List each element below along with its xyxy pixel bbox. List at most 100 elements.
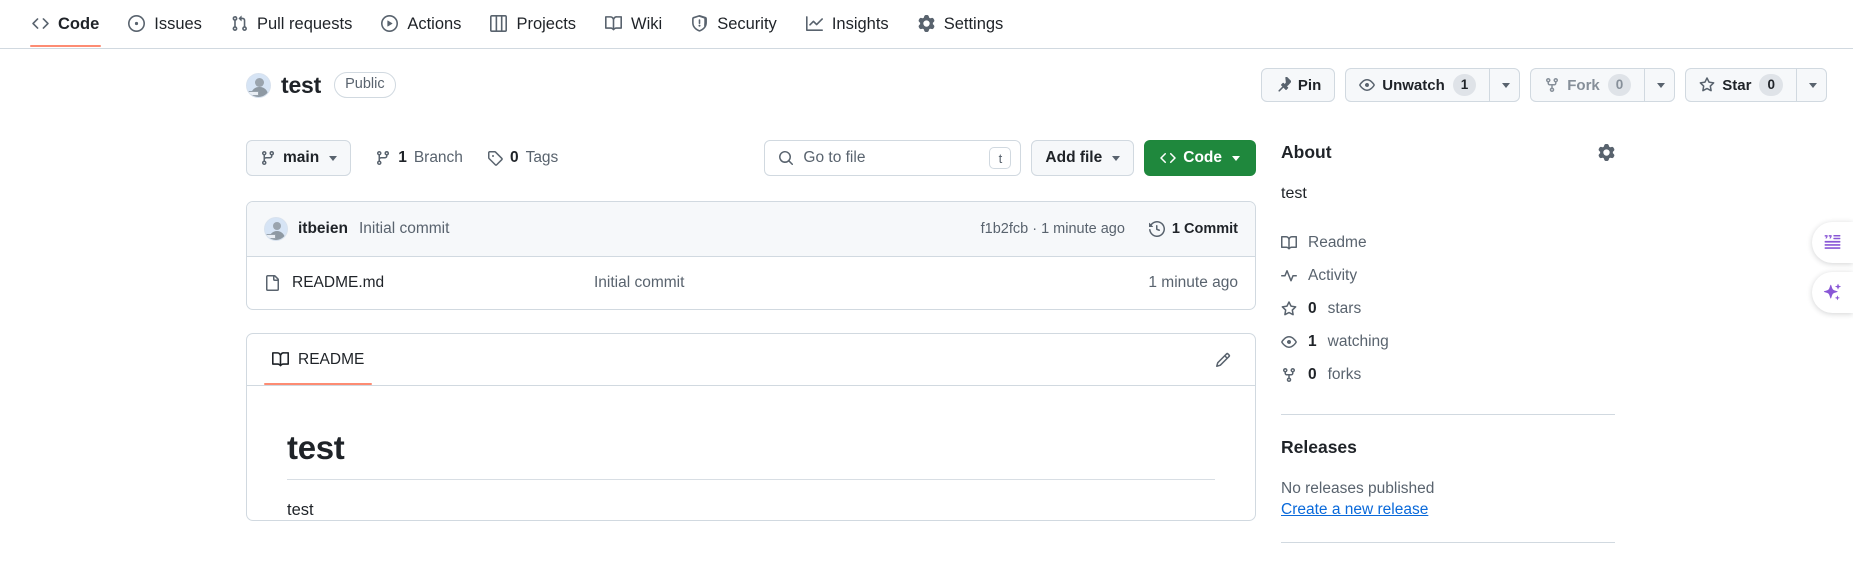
sidebar-column: About test Readme Activity 0 stars 1 wat…: [1281, 140, 1615, 567]
nav-item-settings[interactable]: Settings: [908, 0, 1014, 47]
nav-item-wiki[interactable]: Wiki: [595, 0, 672, 47]
book-icon: [605, 15, 623, 32]
about-header: About: [1281, 140, 1615, 164]
commit-meta-group: f1b2fcb · 1 minute ago 1 Commit: [981, 221, 1238, 237]
add-file-button[interactable]: Add file: [1031, 140, 1135, 176]
branch-selector-button[interactable]: main: [246, 140, 352, 176]
tag-count-link[interactable]: 0 Tags: [487, 149, 558, 167]
code-button-label: Code: [1183, 149, 1222, 166]
pin-button[interactable]: Pin: [1260, 68, 1336, 102]
sidebar-link-readme[interactable]: Readme: [1281, 226, 1615, 259]
commit-author-avatar[interactable]: [264, 217, 288, 241]
about-links: Readme Activity 0 stars 1 watching 0 for…: [1281, 226, 1615, 391]
transcript-widget-button[interactable]: [1812, 222, 1853, 263]
sidebar-link-label: watching: [1327, 332, 1389, 350]
add-file-label: Add file: [1045, 149, 1103, 166]
branch-count-link[interactable]: 1 Branch: [375, 149, 463, 167]
latest-commit-row: itbeien Initial commit f1b2fcb · 1 minut…: [247, 202, 1255, 257]
sidebar-link-activity[interactable]: Activity: [1281, 259, 1615, 292]
nav-item-insights[interactable]: Insights: [796, 0, 899, 47]
star-icon: [1281, 300, 1297, 315]
watch-button[interactable]: Unwatch 1: [1345, 68, 1490, 102]
nav-item-label: Insights: [831, 15, 889, 34]
branch-count-value: 1: [398, 149, 407, 166]
nav-item-projects[interactable]: Projects: [480, 0, 586, 47]
watch-dropdown-button[interactable]: [1489, 68, 1521, 102]
chevron-down-icon: [1502, 82, 1511, 88]
edit-readme-button[interactable]: [1208, 345, 1238, 375]
sparkle-icon: [1822, 282, 1843, 303]
fork-dropdown-button[interactable]: [1644, 68, 1676, 102]
go-to-file-input[interactable]: Go to file t: [764, 140, 1022, 176]
nav-item-issues[interactable]: Issues: [118, 0, 212, 47]
sidebar-link-forks[interactable]: 0 forks: [1281, 358, 1615, 391]
create-release-link[interactable]: Create a new release: [1281, 501, 1428, 519]
nav-item-actions[interactable]: Actions: [371, 0, 471, 47]
releases-title: Releases: [1281, 437, 1357, 457]
tab-readme[interactable]: README: [264, 334, 373, 385]
readme-box: README test test: [246, 333, 1256, 521]
star-button-group: Star 0: [1685, 68, 1827, 102]
star-dropdown-button[interactable]: [1796, 68, 1827, 102]
pencil-icon: [1215, 352, 1231, 367]
fork-count: 0: [1607, 73, 1632, 97]
repository-action-buttons: Pin Unwatch 1 Fork 0 Star 0: [1260, 68, 1827, 102]
nav-item-label: Issues: [154, 15, 202, 34]
file-commit-message[interactable]: Initial commit: [594, 274, 1148, 292]
file-name-cell[interactable]: README.md: [264, 274, 594, 292]
sidebar-link-label: stars: [1327, 299, 1362, 317]
star-button[interactable]: Star 0: [1685, 68, 1796, 102]
nav-item-label: Pull requests: [256, 15, 353, 34]
about-settings-gear-icon[interactable]: [1598, 143, 1615, 161]
issue-opened-icon: [128, 15, 146, 32]
nav-item-code[interactable]: Code: [22, 0, 109, 47]
commit-message[interactable]: Initial commit: [359, 220, 449, 238]
commit-history-link[interactable]: 1 Commit: [1148, 221, 1238, 237]
main-content-column: main 1 Branch 0 Tags Go to file t Add fi…: [246, 140, 1256, 521]
avatar-head: [273, 222, 281, 230]
chevron-down-icon: [1657, 82, 1666, 88]
watch-count: 1: [1452, 73, 1477, 97]
tag-count-value: 0: [509, 149, 519, 166]
pin-button-label: Pin: [1297, 76, 1322, 94]
owner-avatar[interactable]: [246, 72, 271, 98]
ai-assistant-widget-button[interactable]: [1812, 272, 1853, 313]
commit-sha-and-time[interactable]: f1b2fcb · 1 minute ago: [981, 221, 1125, 237]
nav-item-label: Code: [58, 15, 100, 34]
file-icon: [266, 275, 279, 291]
sidebar-stars-count: 0: [1308, 299, 1317, 317]
fork-button[interactable]: Fork 0: [1530, 68, 1645, 102]
keyboard-shortcut-badge: t: [989, 147, 1012, 169]
file-commit-time: 1 minute ago: [1148, 274, 1238, 291]
avatar-laptop: [248, 90, 259, 96]
sidebar-divider: [1281, 542, 1615, 543]
go-to-file-placeholder: Go to file: [803, 149, 866, 166]
commit-author-name[interactable]: itbeien: [298, 220, 348, 238]
book-icon: [1281, 235, 1297, 249]
chevron-down-icon: [1232, 155, 1240, 161]
file-name-label: README.md: [292, 274, 385, 291]
sidebar-watching-count: 1: [1308, 332, 1317, 350]
tab-readme-label: README: [298, 350, 365, 368]
sidebar-link-label: Readme: [1308, 233, 1367, 251]
sidebar-link-stars[interactable]: 0 stars: [1281, 292, 1615, 325]
pulse-icon: [1281, 269, 1297, 281]
nav-item-security[interactable]: Security: [681, 0, 787, 47]
readme-paragraph: test: [287, 501, 314, 519]
eye-icon: [1281, 335, 1297, 348]
fork-button-group: Fork 0: [1530, 68, 1676, 102]
chevron-down-icon: [1809, 82, 1817, 88]
nav-item-label: Wiki: [631, 15, 663, 34]
repository-header: test Public Pin Unwatch 1 Fork 0 Star 0: [0, 62, 1853, 108]
repository-name[interactable]: test: [281, 72, 321, 99]
branch-name-label: main: [283, 149, 320, 166]
gear-icon: [918, 15, 935, 32]
nav-item-label: Settings: [943, 15, 1004, 34]
repository-nav: Code Issues Pull requests Actions Projec…: [0, 0, 1853, 49]
nav-item-pull-requests[interactable]: Pull requests: [221, 0, 362, 47]
sidebar-link-watching[interactable]: 1 watching: [1281, 325, 1615, 358]
nav-item-label: Security: [717, 15, 777, 34]
table-row[interactable]: README.md Initial commit 1 minute ago: [247, 257, 1255, 309]
about-title: About: [1281, 141, 1332, 162]
code-button[interactable]: Code: [1144, 140, 1256, 176]
